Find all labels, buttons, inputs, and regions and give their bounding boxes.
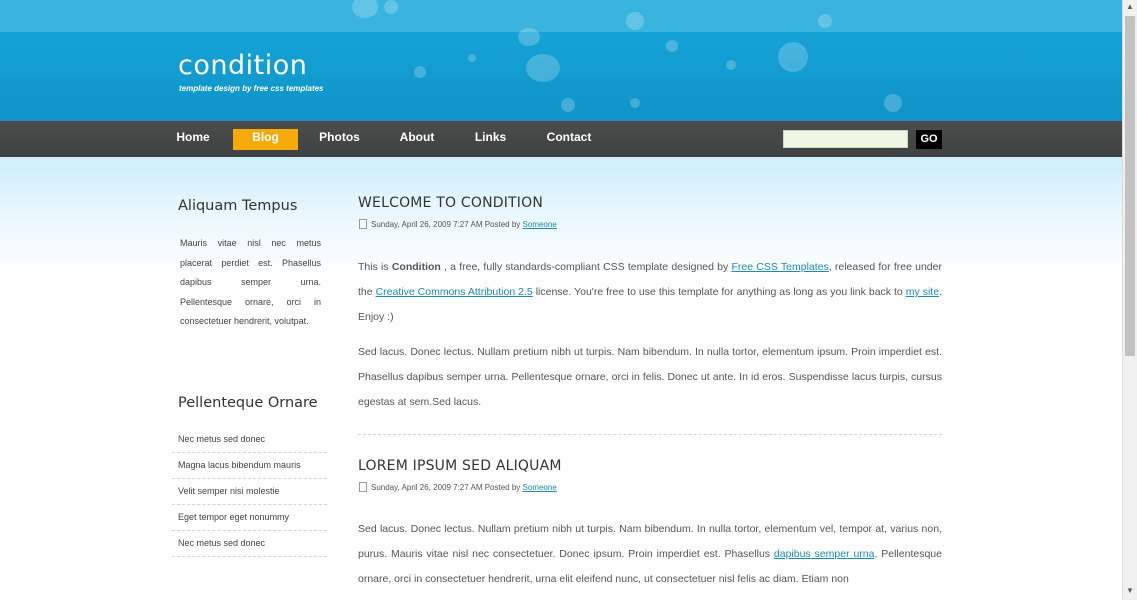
my-site-link[interactable]: my site <box>906 286 939 298</box>
scroll-down-icon[interactable]: ▼ <box>1126 586 1134 595</box>
sidebar-link[interactable]: Nec metus sed donec <box>172 427 327 453</box>
post-text: , a free, fully standards-compliant CSS … <box>440 261 732 273</box>
header-top-band <box>0 0 1122 32</box>
search-input[interactable] <box>783 130 908 148</box>
splat-decoration <box>468 54 476 62</box>
post-author-link[interactable]: Someone <box>523 483 557 492</box>
sidebar-link[interactable]: Magna lacus bibendum mauris <box>172 453 327 479</box>
nav-item-about[interactable]: About <box>396 129 438 150</box>
dapibus-link[interactable]: dapibus semper urna <box>774 548 875 560</box>
page-viewport: condition template design by free css te… <box>0 0 1122 600</box>
site-tagline: template design by free css templates <box>179 84 324 93</box>
vertical-scrollbar[interactable]: ▲ ▼ <box>1122 0 1137 600</box>
document-icon <box>359 219 367 229</box>
post-date: Sunday, April 26, 2009 7:27 AM Posted by <box>371 220 521 229</box>
splat-decoration <box>626 12 644 30</box>
post-author-link[interactable]: Someone <box>523 220 557 229</box>
splat-decoration <box>526 54 560 82</box>
site-logo[interactable]: condition <box>178 50 307 81</box>
nav-item-photos[interactable]: Photos <box>316 129 363 150</box>
splat-decoration <box>630 98 640 108</box>
scroll-up-icon[interactable]: ▲ <box>1126 2 1134 11</box>
splat-decoration <box>726 60 736 70</box>
post-title[interactable]: LOREM IPSUM SED ALIQUAM <box>358 458 562 474</box>
sidebar-link[interactable]: Velit semper nisi molestie <box>172 479 327 505</box>
post-date: Sunday, April 26, 2009 7:27 AM Posted by <box>371 483 521 492</box>
nav-item-home[interactable]: Home <box>171 129 215 150</box>
post-paragraph: Sed lacus. Donec lectus. Nullam pretium … <box>358 346 942 408</box>
search-go-button[interactable]: GO <box>916 130 942 149</box>
post-divider <box>358 434 942 435</box>
scrollbar-thumb[interactable] <box>1125 16 1135 356</box>
creative-commons-link[interactable]: Creative Commons Attribution 2.5 <box>376 286 533 298</box>
sidebar-link[interactable]: Eget tempor eget nonummy <box>172 505 327 531</box>
post-text-bold: Condition <box>391 261 441 273</box>
post-paragraph: Sed lacus. Donec lectus. Nullam pretium … <box>358 517 942 592</box>
splat-decoration <box>384 0 398 14</box>
sidebar-link[interactable]: Nec metus sed donec <box>172 531 327 557</box>
post-title[interactable]: WELCOME TO CONDITION <box>358 195 543 211</box>
post-text: This is <box>358 261 392 273</box>
nav-item-contact[interactable]: Contact <box>545 129 593 150</box>
sidebar-box1-text: Mauris vitae nisl nec metus placerat per… <box>180 238 321 326</box>
nav-item-links[interactable]: Links <box>472 129 509 150</box>
site-header: condition template design by free css te… <box>0 0 1122 121</box>
splat-decoration <box>884 94 902 112</box>
post-paragraph: This is Condition , a free, fully standa… <box>358 255 942 330</box>
splat-decoration <box>518 28 540 46</box>
sidebar-box1-title: Aliquam Tempus <box>178 198 298 214</box>
nav-item-blog[interactable]: Blog <box>233 129 298 150</box>
splat-decoration <box>666 40 678 52</box>
sidebar-box2-title: Pellenteque Ornare <box>178 395 318 411</box>
splat-decoration <box>778 42 808 72</box>
splat-decoration <box>414 66 426 78</box>
post-text: license. You're free to use this templat… <box>532 286 906 298</box>
post-meta: Sunday, April 26, 2009 7:27 AM Posted by… <box>359 219 557 229</box>
document-icon <box>359 482 367 492</box>
free-css-templates-link[interactable]: Free CSS Templates <box>731 261 828 273</box>
splat-decoration <box>561 98 575 112</box>
splat-decoration <box>818 14 832 28</box>
sidebar-link-list: Nec metus sed donec Magna lacus bibendum… <box>172 427 327 557</box>
post-meta: Sunday, April 26, 2009 7:27 AM Posted by… <box>359 482 557 492</box>
